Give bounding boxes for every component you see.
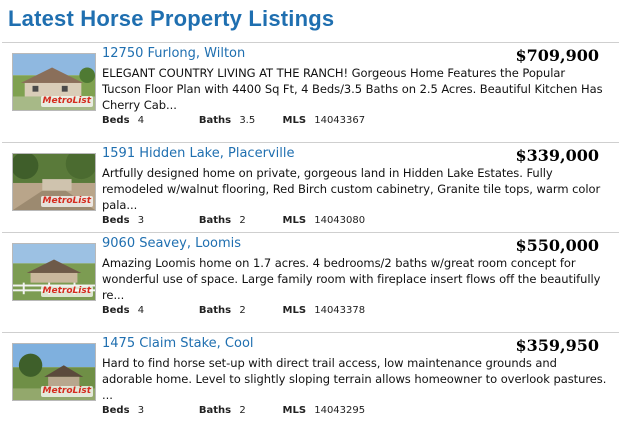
metrolist-logo: MetroList [40, 196, 93, 207]
baths-label: Baths [198, 115, 232, 126]
mls-value: 14043367 [314, 115, 366, 126]
listing-photo[interactable]: MetroList [12, 243, 96, 301]
beds-label: Beds [102, 305, 130, 316]
metrolist-logo: MetroList [40, 96, 93, 107]
beds-value: 3 [137, 405, 145, 416]
listing-item: MetroList 12750 Furlong, Wilton $709,900… [2, 42, 619, 131]
mls-label: MLS [282, 115, 307, 126]
mls-value: 14043295 [314, 405, 366, 416]
listing-item: MetroList 1591 Hidden Lake, Placerville … [2, 142, 619, 231]
mls-value: 14043378 [314, 305, 366, 316]
baths-value: 2 [239, 215, 246, 226]
metrolist-logo: MetroList [40, 386, 93, 397]
listing-meta: Beds 4 Baths 2 MLS 14043378 [102, 305, 365, 316]
listing-price: $339,000 [515, 146, 600, 165]
listings-widget: Latest Horse Property Listings MetroList… [0, 0, 623, 416]
listing-meta: Beds 3 Baths 2 MLS 14043295 [102, 405, 365, 416]
listing-price: $550,000 [515, 236, 600, 255]
listing-description: Hard to find horse set-up with direct tr… [102, 356, 607, 402]
beds-value: 3 [137, 215, 145, 226]
mls-label: MLS [282, 405, 307, 416]
listing-photo[interactable]: MetroList [12, 53, 96, 111]
beds-value: 4 [137, 305, 145, 316]
listing-price: $359,950 [515, 336, 600, 355]
listing-photo[interactable]: MetroList [12, 153, 96, 211]
beds-label: Beds [102, 115, 130, 126]
beds-label: Beds [102, 405, 130, 416]
baths-value: 2 [239, 305, 246, 316]
listing-title-link[interactable]: 1475 Claim Stake, Cool [102, 336, 254, 351]
mls-value: 14043080 [314, 215, 366, 226]
baths-value: 2 [239, 405, 246, 416]
beds-label: Beds [102, 215, 130, 226]
listing-title-link[interactable]: 12750 Furlong, Wilton [102, 46, 245, 61]
listing-description: Amazing Loomis home on 1.7 acres. 4 bedr… [102, 256, 601, 302]
listing-item: MetroList 9060 Seavey, Loomis $550,000 A… [2, 232, 619, 321]
baths-label: Baths [198, 405, 232, 416]
listing-price: $709,900 [515, 46, 600, 65]
mls-label: MLS [282, 215, 307, 226]
metrolist-logo: MetroList [40, 286, 93, 297]
page-title: Latest Horse Property Listings [8, 6, 335, 31]
mls-label: MLS [282, 305, 307, 316]
listing-photo[interactable]: MetroList [12, 343, 96, 401]
listing-title-link[interactable]: 9060 Seavey, Loomis [102, 236, 241, 251]
listing-item: MetroList 1475 Claim Stake, Cool $359,95… [2, 332, 619, 421]
baths-label: Baths [198, 215, 232, 226]
listing-description: Artfully designed home on private, gorge… [102, 166, 601, 212]
baths-label: Baths [198, 305, 232, 316]
listing-meta: Beds 4 Baths 3.5 MLS 14043367 [102, 115, 365, 126]
listing-description: ELEGANT COUNTRY LIVING AT THE RANCH! Gor… [102, 66, 603, 112]
listing-title-link[interactable]: 1591 Hidden Lake, Placerville [102, 146, 294, 161]
beds-value: 4 [137, 115, 145, 126]
baths-value: 3.5 [239, 115, 256, 126]
listing-meta: Beds 3 Baths 2 MLS 14043080 [102, 215, 365, 226]
